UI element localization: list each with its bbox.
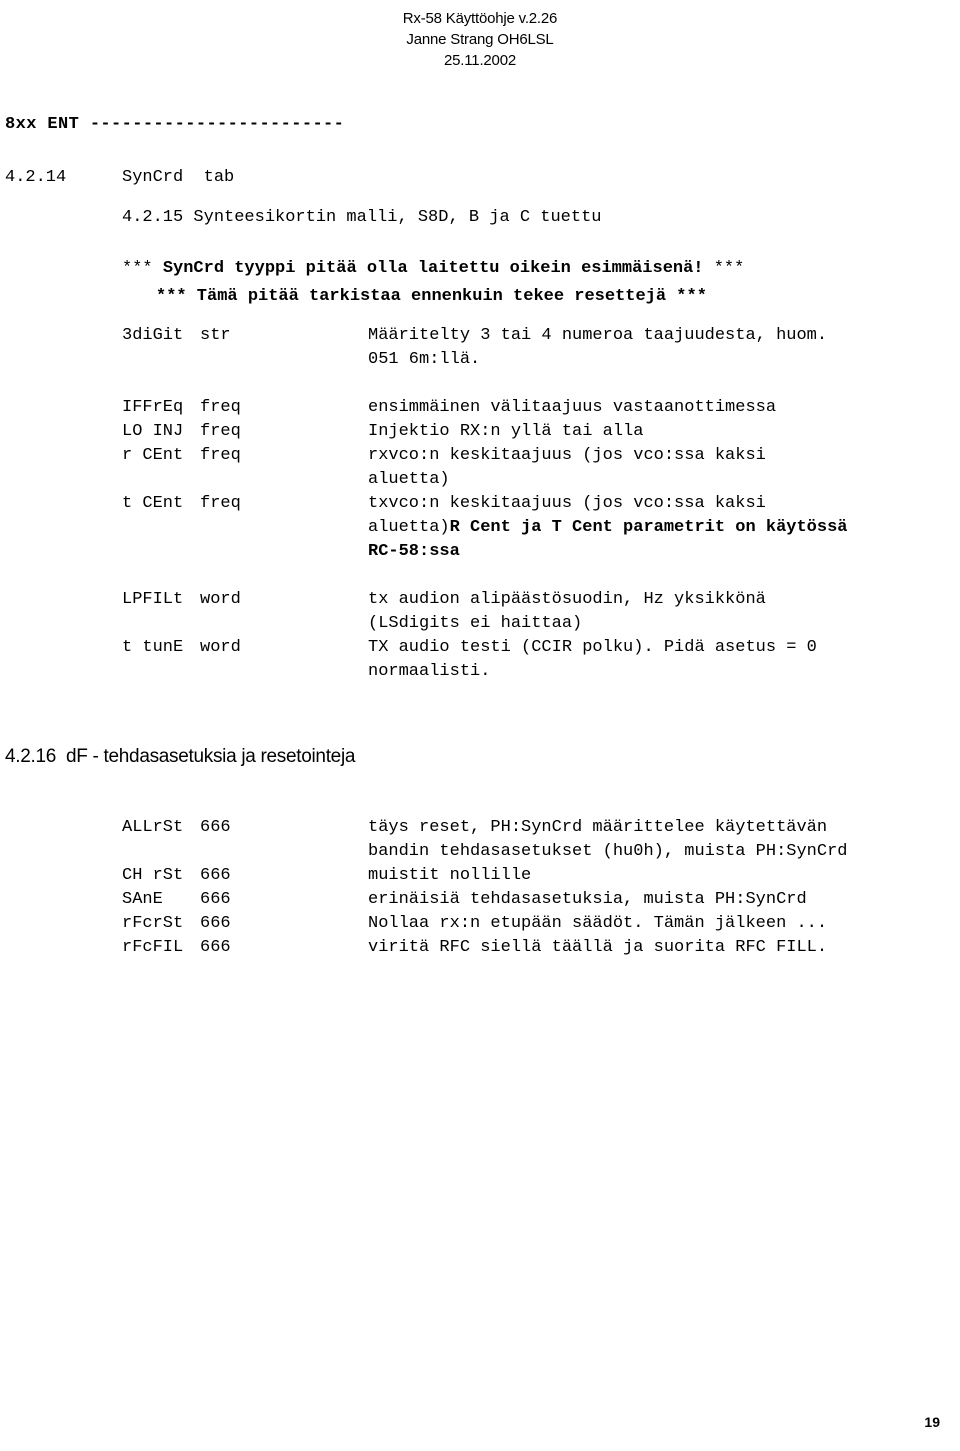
parameter-block-audio: LPFILt word tx audion alipäästösuodin, Hz … xyxy=(122,588,817,684)
parameter-type: word xyxy=(200,638,241,657)
parameter-row: CH rSt 666 muistit nollille xyxy=(122,864,847,888)
parameter-type: 666 xyxy=(200,914,231,933)
parameter-row: rFcrSt 666 Nollaa rx:n etupään säädöt. Täm… xyxy=(122,912,847,936)
parameter-description: TX audio testi (CCIR polku). Pidä asetus… xyxy=(368,638,817,657)
parameter-description-continued: 051 6m:llä. xyxy=(368,350,481,369)
warning-text-line1: SynCrd tyyppi pitää olla laitettu oikein… xyxy=(162,259,704,278)
parameter-name: SAnE xyxy=(122,890,163,909)
parameter-row: LPFILt word tx audion alipäästösuodin, Hz … xyxy=(122,588,817,636)
parameter-block-3digit: 3diGit str Määritelty 3 tai 4 numeroa taaj… xyxy=(122,324,827,372)
section-title-4-2-14: SynCrd tab xyxy=(122,168,235,187)
parameter-description-continued: normaalisti. xyxy=(368,662,491,681)
parameter-row: rFcFIL 666 viritä RFC siellä täällä ja suo… xyxy=(122,936,847,960)
parameter-type: word xyxy=(200,590,241,609)
warning-stars-open: *** xyxy=(122,259,163,278)
parameter-row: ALLrSt 666 täys reset, PH:SynCrd määrittel… xyxy=(122,816,847,864)
warning-text-line2: *** Tämä pitää tarkistaa ennenkuin tekee… xyxy=(156,287,707,306)
parameter-row: LO INJ freq Injektio RX:n yllä tai alla xyxy=(122,420,848,444)
parameter-name: t CEnt xyxy=(122,494,184,513)
section-heading-4-2-15: 4.2.15 Synteesikortin malli, S8D, B ja C… xyxy=(122,208,602,227)
parameter-type: 666 xyxy=(200,890,231,909)
parameter-type: freq xyxy=(200,398,241,417)
parameter-name: LPFILt xyxy=(122,590,184,609)
parameter-type: str xyxy=(200,326,231,345)
parameter-description: txvco:n keskitaajuus (jos vco:ssa kaksi xyxy=(368,494,766,513)
parameter-name: LO INJ xyxy=(122,422,184,441)
parameter-description-continued: aluetta) xyxy=(368,470,450,489)
section-number-4-2-14: 4.2.14 xyxy=(5,168,67,187)
ent-rule-heading: 8xx ENT ------------------------ xyxy=(5,113,344,137)
parameter-block-synth: IFFrEq freq ensimmäinen välitaajuus vastaa… xyxy=(122,396,848,564)
parameter-row: 3diGit str Määritelty 3 tai 4 numeroa taaj… xyxy=(122,324,827,372)
ent-rule-dashes: ------------------------ xyxy=(79,115,345,134)
parameter-note-bold: R Cent ja T Cent parametrit on käytössä xyxy=(449,518,848,537)
parameter-name: ALLrSt xyxy=(122,818,184,837)
parameter-description: ensimmäinen välitaajuus vastaanottimessa xyxy=(368,398,777,417)
ent-rule-label: 8xx ENT xyxy=(5,115,80,134)
parameter-row: SAnE 666 erinäisiä tehdasasetuksia, muista… xyxy=(122,888,847,912)
parameter-name: IFFrEq xyxy=(122,398,184,417)
parameter-description: täys reset, PH:SynCrd määrittelee käytet… xyxy=(368,818,828,837)
parameter-description: tx audion alipäästösuodin, Hz yksikkönä xyxy=(368,590,766,609)
parameter-type: freq xyxy=(200,446,241,465)
warning-stars-close: *** xyxy=(703,259,745,278)
parameter-block-df: ALLrSt 666 täys reset, PH:SynCrd määrittel… xyxy=(122,816,847,960)
parameter-type: freq xyxy=(200,494,241,513)
section-heading-4-2-16: 4.2.16 dF - tehdasasetuksia ja resetoint… xyxy=(5,746,356,767)
parameter-name: t tunE xyxy=(122,638,184,657)
parameter-description: Nollaa rx:n etupään säädöt. Tämän jälkee… xyxy=(368,914,828,933)
document-title: Rx-58 Käyttöohje v.2.26 xyxy=(402,10,558,27)
parameter-row: r CEnt freq rxvco:n keskitaajuus (jos vco:… xyxy=(122,444,848,492)
parameter-description: muistit nollille xyxy=(368,866,532,885)
parameter-row: IFFrEq freq ensimmäinen välitaajuus vastaa… xyxy=(122,396,848,420)
section-heading-4-2-14: 4.2.14 SynCrd tab xyxy=(5,166,234,190)
parameter-description: erinäisiä tehdasasetuksia, muista PH:Syn… xyxy=(368,890,807,909)
page-number: 19 xyxy=(924,1414,940,1430)
parameter-description: viritä RFC siellä täällä ja suorita RFC … xyxy=(368,938,828,957)
parameter-name: CH rSt xyxy=(122,866,184,885)
parameter-description: rxvco:n keskitaajuus (jos vco:ssa kaksi xyxy=(368,446,766,465)
document-header: Rx-58 Käyttöohje v.2.26 Janne Strang OH6… xyxy=(0,8,960,71)
parameter-name: 3diGit xyxy=(122,326,184,345)
document-author: Janne Strang OH6LSL xyxy=(406,31,554,48)
parameter-name: r CEnt xyxy=(122,446,184,465)
parameter-row: t CEnt freq txvco:n keskitaajuus (jos vco:… xyxy=(122,492,848,564)
parameter-description: Injektio RX:n yllä tai alla xyxy=(368,422,644,441)
document-date: 25.11.2002 xyxy=(444,52,516,69)
parameter-description-continued: bandin tehdasasetukset (hu0h), muista PH… xyxy=(368,842,848,861)
parameter-description: Määritelty 3 tai 4 numeroa taajuudesta, … xyxy=(368,326,828,345)
parameter-row: t tunE word TX audio testi (CCIR polku). P… xyxy=(122,636,817,684)
parameter-name: rFcFIL xyxy=(122,938,184,957)
warning-notice: *** SynCrd tyyppi pitää olla laitettu oi… xyxy=(122,255,744,311)
parameter-type: freq xyxy=(200,422,241,441)
parameter-name: rFcrSt xyxy=(122,914,184,933)
parameter-type: 666 xyxy=(200,818,231,837)
parameter-note-bold-continued: RC-58:ssa xyxy=(368,542,460,561)
parameter-type: 666 xyxy=(200,938,231,957)
parameter-type: 666 xyxy=(200,866,231,885)
parameter-description-continued: (LSdigits ei haittaa) xyxy=(368,614,583,633)
parameter-description-continued: aluetta)R Cent ja T Cent parametrit on k… xyxy=(368,518,848,537)
